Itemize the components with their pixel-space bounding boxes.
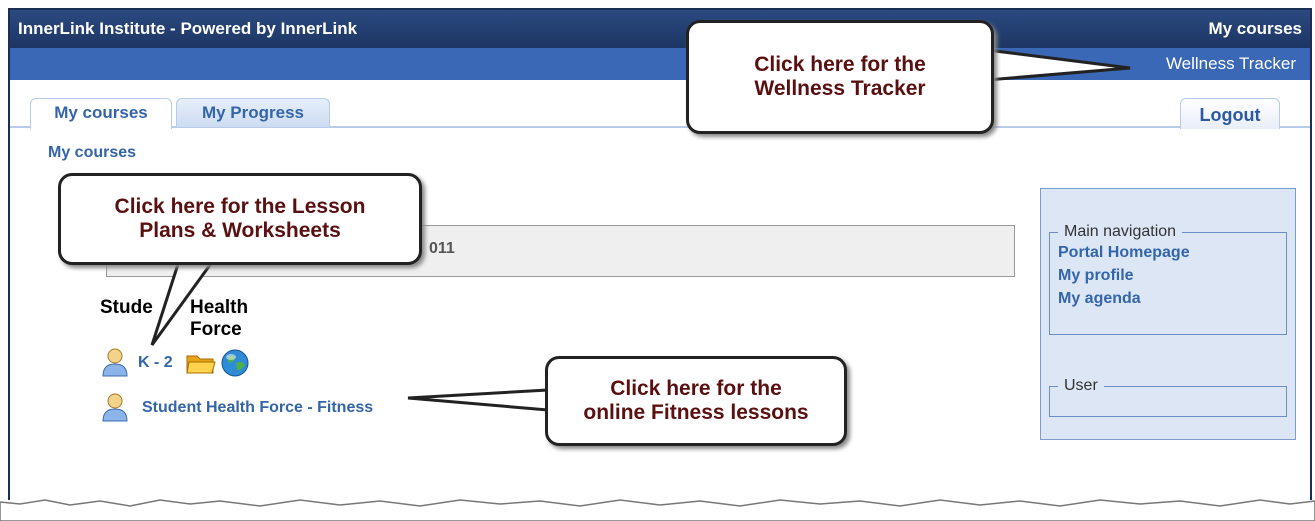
site-title: InnerLink Institute - Powered by InnerLi… bbox=[18, 19, 358, 38]
callout-line: Wellness Tracker bbox=[754, 77, 926, 100]
wellness-tracker-link[interactable]: Wellness Tracker bbox=[1166, 54, 1296, 74]
tab-bar: My courses My Progress Logout bbox=[10, 80, 1310, 129]
callout-line: online Fitness lessons bbox=[583, 401, 809, 424]
portal-homepage-link[interactable]: Portal Homepage bbox=[1058, 241, 1278, 264]
torn-edge bbox=[0, 499, 1315, 521]
callout-line: Click here for the bbox=[610, 377, 782, 400]
user-legend: User bbox=[1064, 377, 1098, 394]
tab-my-courses[interactable]: My courses bbox=[30, 98, 172, 129]
tab-my-progress[interactable]: My Progress bbox=[176, 98, 330, 127]
user-icon bbox=[102, 393, 128, 422]
breadcrumb[interactable]: My courses bbox=[48, 144, 136, 162]
user-icon bbox=[102, 348, 128, 377]
main-navigation-group: Main navigation Portal Homepage My profi… bbox=[1049, 223, 1287, 335]
main-navigation-legend: Main navigation bbox=[1064, 223, 1177, 240]
my-profile-link[interactable]: My profile bbox=[1058, 264, 1278, 287]
top-header-bar: InnerLink Institute - Powered by InnerLi… bbox=[10, 10, 1310, 48]
course-link-k2[interactable]: K - 2 bbox=[138, 354, 173, 372]
callout-line: Click here for the Lesson bbox=[114, 195, 366, 218]
my-courses-header-link[interactable]: My courses bbox=[1208, 19, 1302, 39]
globe-icon[interactable] bbox=[220, 348, 250, 378]
heading-part-b: Health Force bbox=[190, 297, 249, 340]
callout-line: Plans & Worksheets bbox=[139, 219, 341, 242]
course-section-heading: Stude Health Force bbox=[100, 297, 248, 340]
sub-header-bar: Wellness Tracker bbox=[10, 48, 1310, 80]
logout-button[interactable]: Logout bbox=[1180, 98, 1280, 129]
lesson-plans-callout: Click here for the Lesson Plans & Worksh… bbox=[58, 173, 422, 265]
wellness-tracker-callout: Click here for the Wellness Tracker bbox=[686, 20, 994, 134]
course-category-label: 011 bbox=[429, 240, 455, 257]
user-group: User bbox=[1049, 377, 1287, 417]
fitness-lessons-callout: Click here for the online Fitness lesson… bbox=[545, 356, 847, 446]
course-link-fitness[interactable]: Student Health Force - Fitness bbox=[142, 399, 373, 417]
sidebar-navigation: Main navigation Portal Homepage My profi… bbox=[1040, 188, 1296, 440]
my-agenda-link[interactable]: My agenda bbox=[1058, 287, 1278, 310]
callout-line: Click here for the bbox=[754, 53, 926, 76]
folder-icon[interactable] bbox=[186, 351, 216, 375]
heading-part-a: Stude bbox=[100, 297, 153, 318]
